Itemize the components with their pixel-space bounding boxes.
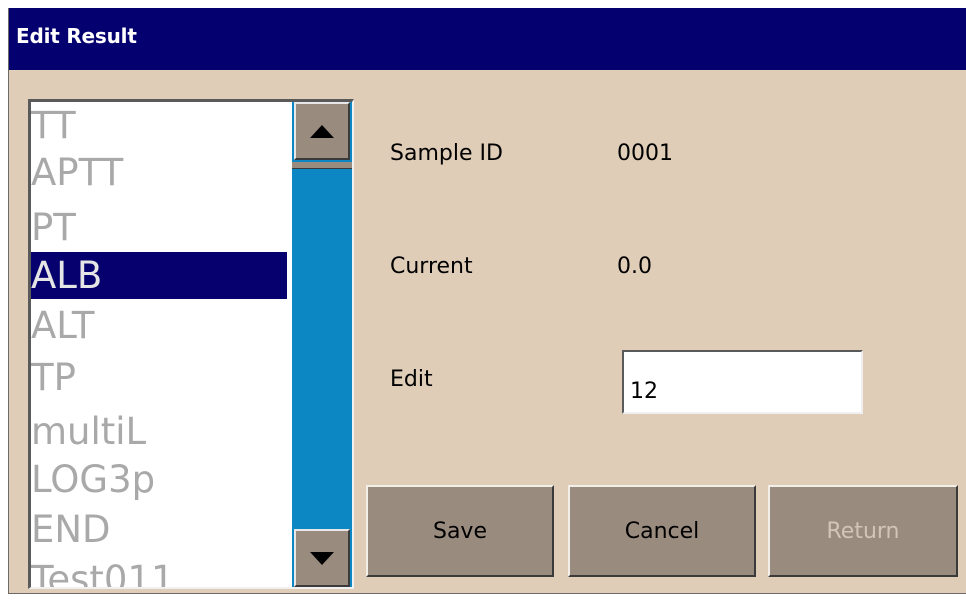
sample-id-value: 0001: [617, 141, 673, 166]
list-item-log3p[interactable]: LOG3p: [31, 456, 287, 503]
list-item-test011[interactable]: Test011: [31, 556, 287, 587]
save-button[interactable]: Save: [366, 485, 554, 577]
edit-result-window: Edit Result TT APTT PT ALB ALT TP multiL…: [8, 8, 966, 594]
edit-label: Edit: [390, 367, 433, 392]
sample-id-label: Sample ID: [390, 141, 503, 166]
list-item-alt[interactable]: ALT: [31, 302, 287, 349]
list-item-tt[interactable]: TT: [31, 102, 287, 149]
triangle-down-icon: [310, 551, 334, 565]
screen: Edit Result TT APTT PT ALB ALT TP multiL…: [0, 0, 966, 601]
current-value: 0.0: [617, 254, 652, 279]
list-item-multil[interactable]: multiL: [31, 408, 287, 455]
scroll-thumb[interactable]: [292, 162, 352, 169]
list-item-aptt[interactable]: APTT: [31, 149, 287, 196]
window-title: Edit Result: [16, 24, 137, 48]
list-scrollbar[interactable]: [292, 102, 352, 587]
scroll-down-button[interactable]: [294, 529, 350, 587]
edit-value-input[interactable]: [622, 350, 863, 414]
list-item-alb[interactable]: ALB: [31, 252, 287, 299]
title-bar: Edit Result: [9, 8, 966, 70]
list-item-tp[interactable]: TP: [31, 354, 287, 401]
current-label: Current: [390, 254, 473, 279]
return-button[interactable]: Return: [768, 485, 958, 577]
scroll-up-button[interactable]: [294, 102, 350, 160]
triangle-up-icon: [310, 124, 334, 138]
test-listbox[interactable]: TT APTT PT ALB ALT TP multiL LOG3p END T…: [28, 99, 354, 589]
list-item-end[interactable]: END: [31, 506, 287, 553]
list-item-pt[interactable]: PT: [31, 204, 287, 251]
cancel-button[interactable]: Cancel: [568, 485, 756, 577]
